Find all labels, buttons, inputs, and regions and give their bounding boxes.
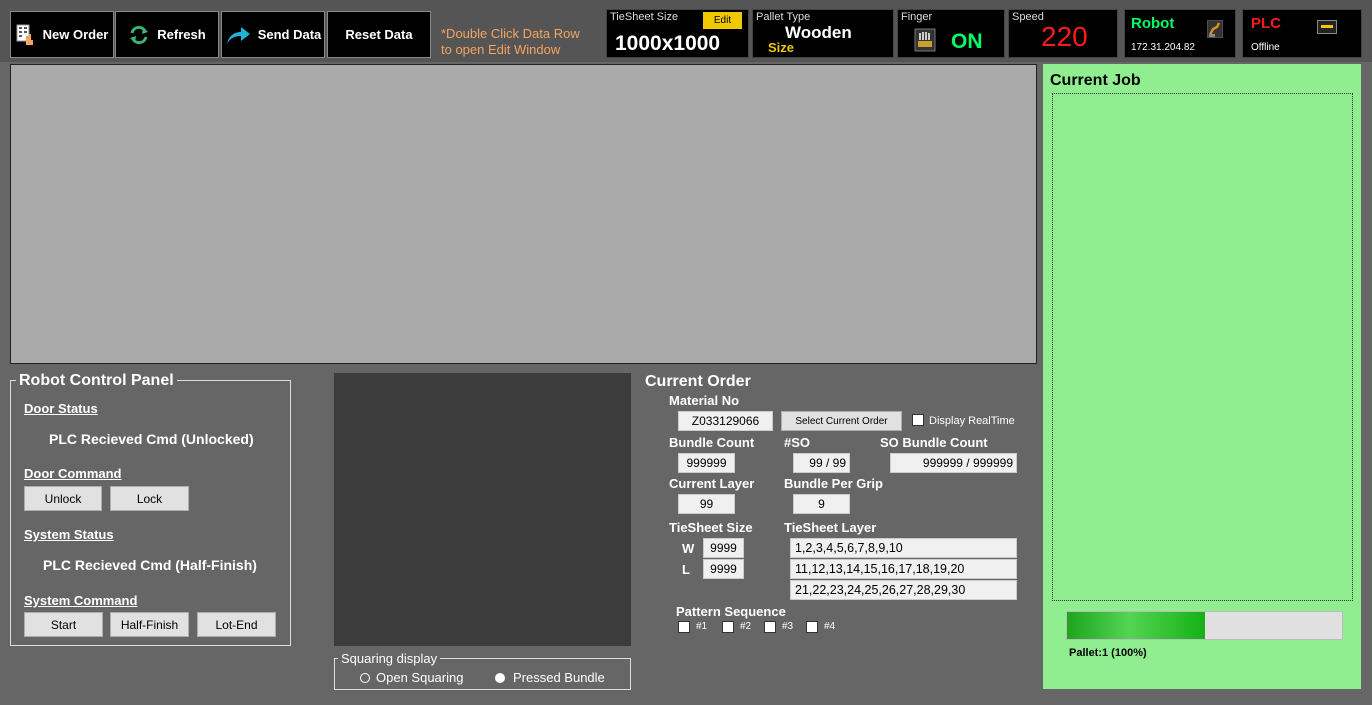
- pattern-3-label: #3: [782, 621, 794, 632]
- pressed-bundle-radio[interactable]: [495, 673, 505, 683]
- robot-label: Robot: [1131, 15, 1175, 32]
- material-no-field[interactable]: Z033129066: [678, 411, 773, 431]
- pallet-type-label: Pallet Type: [756, 11, 811, 23]
- plc-state: Offline: [1251, 42, 1280, 53]
- current-job-area: [1052, 93, 1353, 601]
- current-order-title: Current Order: [645, 373, 751, 390]
- speed-value: 220: [1041, 21, 1088, 52]
- door-status-label: Door Status: [24, 401, 98, 416]
- tiesheet-layer-field-2[interactable]: 11,12,13,14,15,16,17,18,19,20: [790, 559, 1017, 579]
- current-layer-field[interactable]: 99: [678, 494, 735, 514]
- new-order-label: New Order: [42, 27, 109, 42]
- pattern-2-label: #2: [740, 621, 752, 632]
- new-order-icon: [16, 24, 33, 45]
- tiesheet-size-value: 1000x1000: [615, 32, 721, 55]
- tiesheet-size-label: TieSheet Size: [610, 11, 679, 23]
- plc-status-tile: PLC Offline: [1242, 9, 1362, 58]
- lot-end-button[interactable]: Lot-End: [197, 612, 276, 637]
- order-data-grid[interactable]: [10, 64, 1037, 364]
- bundle-count-field[interactable]: 999999: [678, 453, 735, 473]
- robot-arm-icon: [1207, 20, 1223, 38]
- unlock-button[interactable]: Unlock: [24, 486, 102, 511]
- pallet-progress-label: Pallet:1 (100%): [1069, 647, 1147, 659]
- select-current-order-button[interactable]: Select Current Order: [781, 411, 902, 431]
- pattern-1-checkbox[interactable]: [678, 621, 690, 633]
- pattern-sequence-label: Pattern Sequence: [676, 604, 786, 619]
- so-bundle-count-field[interactable]: 999999 / 999999: [890, 453, 1017, 473]
- width-label: W: [682, 541, 695, 556]
- tiesheet-edit-button[interactable]: Edit: [703, 12, 742, 29]
- tiesheet-size-order-label: TieSheet Size: [669, 520, 753, 535]
- new-order-button[interactable]: New Order: [10, 11, 114, 58]
- finger-label: Finger: [901, 11, 933, 23]
- so-label: #SO: [784, 435, 811, 450]
- finger-tile: Finger ON: [897, 9, 1005, 58]
- refresh-button[interactable]: Refresh: [115, 11, 219, 58]
- tiesheet-layer-label: TieSheet Layer: [784, 520, 877, 535]
- pattern-4-checkbox[interactable]: [806, 621, 818, 633]
- pallet-type-value: Wooden: [785, 23, 852, 42]
- gripper-icon: [914, 28, 936, 52]
- door-command-label: Door Command: [24, 466, 122, 481]
- finger-value: ON: [951, 30, 983, 53]
- material-no-label: Material No: [669, 393, 740, 408]
- door-status-value: PLC Recieved Cmd (Unlocked): [49, 431, 254, 447]
- open-squaring-label: Open Squaring: [376, 670, 464, 685]
- squaring-display-view: [334, 373, 631, 646]
- edit-hint-text: *Double Click Data Row to open Edit Wind…: [441, 26, 601, 58]
- pallet-type-tile: Pallet Type Wooden Size: [752, 9, 894, 58]
- display-realtime-label: Display RealTime: [929, 415, 1015, 427]
- reset-data-label: Reset Data: [345, 27, 413, 42]
- pallet-progress-bar: [1066, 611, 1343, 640]
- send-arrow-icon: [226, 26, 250, 44]
- refresh-label: Refresh: [157, 27, 206, 42]
- current-job-panel: Current Job Pallet:1 (100%): [1043, 64, 1361, 689]
- pallet-size-label: Size: [768, 40, 795, 55]
- squaring-display-title: Squaring display: [338, 651, 441, 666]
- speed-label: Speed: [1012, 11, 1044, 23]
- pallet-progress-fill: [1067, 612, 1205, 639]
- pattern-1-label: #1: [696, 621, 708, 632]
- tiesheet-layer-field-3[interactable]: 21,22,23,24,25,26,27,28,29,30: [790, 580, 1017, 600]
- robot-ip: 172.31.204.82: [1131, 42, 1195, 53]
- open-squaring-radio[interactable]: [360, 673, 370, 683]
- tiesheet-length-field[interactable]: 9999: [703, 559, 744, 579]
- pattern-3-checkbox[interactable]: [764, 621, 776, 633]
- pattern-2-checkbox[interactable]: [722, 621, 734, 633]
- display-realtime-checkbox[interactable]: [912, 414, 924, 426]
- refresh-icon: [130, 25, 149, 44]
- length-label: L: [682, 562, 690, 577]
- send-data-button[interactable]: Send Data: [221, 11, 325, 58]
- system-status-label: System Status: [24, 527, 114, 542]
- plc-device-icon: [1317, 20, 1337, 34]
- reset-data-button[interactable]: Reset Data: [327, 11, 431, 58]
- pressed-bundle-label: Pressed Bundle: [513, 670, 605, 685]
- lock-button[interactable]: Lock: [110, 486, 189, 511]
- speed-tile: Speed 220: [1008, 9, 1118, 58]
- hint-line-1: *Double Click Data Row: [441, 26, 580, 41]
- hint-line-2: to open Edit Window: [441, 42, 561, 57]
- tiesheet-layer-field-1[interactable]: 1,2,3,4,5,6,7,8,9,10: [790, 538, 1017, 558]
- so-field[interactable]: 99 / 99: [793, 453, 850, 473]
- so-bundle-count-label: SO Bundle Count: [880, 435, 988, 450]
- plc-label: PLC: [1251, 15, 1281, 32]
- system-status-value: PLC Recieved Cmd (Half-Finish): [43, 557, 257, 573]
- start-button[interactable]: Start: [24, 612, 103, 637]
- current-layer-label: Current Layer: [669, 476, 755, 491]
- bundle-per-grip-field[interactable]: 9: [793, 494, 850, 514]
- bundle-per-grip-label: Bundle Per Grip: [784, 476, 883, 491]
- tiesheet-width-field[interactable]: 9999: [703, 538, 744, 558]
- tiesheet-size-tile: TieSheet Size Edit 1000x1000: [606, 9, 749, 58]
- bundle-count-label: Bundle Count: [669, 435, 755, 450]
- half-finish-button[interactable]: Half-Finish: [110, 612, 189, 637]
- send-data-label: Send Data: [257, 27, 322, 42]
- current-job-title: Current Job: [1050, 72, 1141, 89]
- robot-control-panel-title: Robot Control Panel: [16, 372, 177, 390]
- pattern-4-label: #4: [824, 621, 836, 632]
- system-command-label: System Command: [24, 593, 138, 608]
- robot-status-tile: Robot 172.31.204.82: [1124, 9, 1236, 58]
